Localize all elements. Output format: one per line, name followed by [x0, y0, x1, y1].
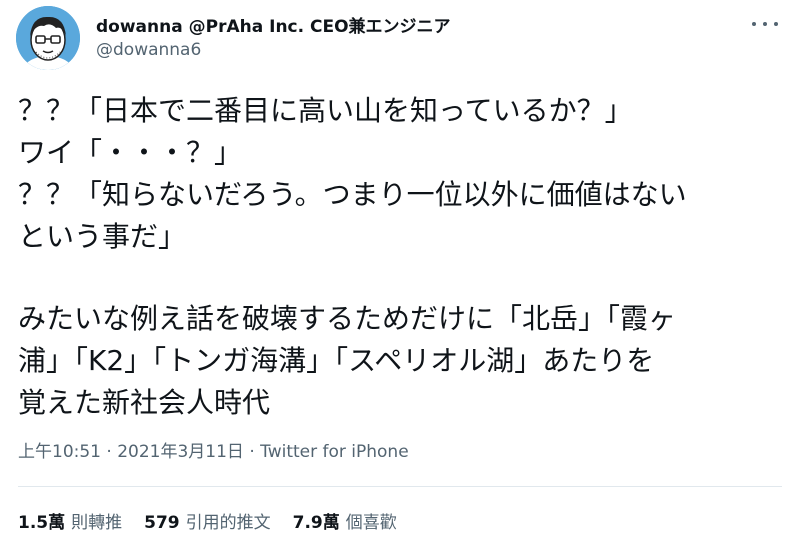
- more-options-icon[interactable]: [752, 14, 778, 34]
- tweet-line: ワイ「・・・？」: [18, 136, 243, 169]
- tweet-line: 覚えた新社会人時代: [18, 386, 271, 419]
- more-dot-icon: [763, 22, 767, 26]
- user-avatar-icon: [16, 6, 80, 70]
- author-handle[interactable]: @dowanna6: [96, 40, 201, 60]
- avatar[interactable]: [16, 6, 80, 70]
- tweet-line: ？？「日本で二番目に高い山を知っているか？」: [18, 94, 633, 127]
- retweets-stat[interactable]: 1.5萬 則轉推: [18, 508, 122, 533]
- likes-count: 7.9萬: [292, 513, 340, 533]
- author-display-name[interactable]: dowanna @PrAha Inc. CEO兼エンジニア: [96, 12, 451, 37]
- quotes-stat[interactable]: 579 引用的推文: [144, 508, 271, 533]
- tweet-line: ？？「知らないだろう。つまり一位以外に価値はない: [18, 178, 687, 211]
- quotes-label: 引用的推文: [185, 513, 271, 533]
- engagement-stats: 1.5萬 則轉推 579 引用的推文 7.9萬 個喜歡: [18, 508, 419, 533]
- retweets-count: 1.5萬: [18, 513, 66, 533]
- more-dot-icon: [752, 22, 756, 26]
- tweet-line: みたいな例え話を破壊するためだけに「北岳」「霞ヶ: [18, 302, 677, 335]
- likes-stat[interactable]: 7.9萬 個喜歡: [293, 508, 397, 533]
- divider: [18, 486, 782, 487]
- quotes-count: 579: [144, 513, 180, 533]
- likes-label: 個喜歡: [345, 513, 397, 533]
- tweet-line: 浦」「K2」「トンガ海溝」「スペリオル湖」あたりを: [18, 344, 655, 377]
- tweet-text: ？？「日本で二番目に高い山を知っているか？」 ワイ「・・・？」 ？？「知らないだ…: [18, 90, 788, 424]
- more-dot-icon: [774, 22, 778, 26]
- retweets-label: 則轉推: [71, 513, 123, 533]
- tweet-timestamp[interactable]: 上午10:51 · 2021年3月11日 · Twitter for iPhon…: [18, 437, 409, 462]
- tweet-line: という事だ」: [18, 220, 187, 253]
